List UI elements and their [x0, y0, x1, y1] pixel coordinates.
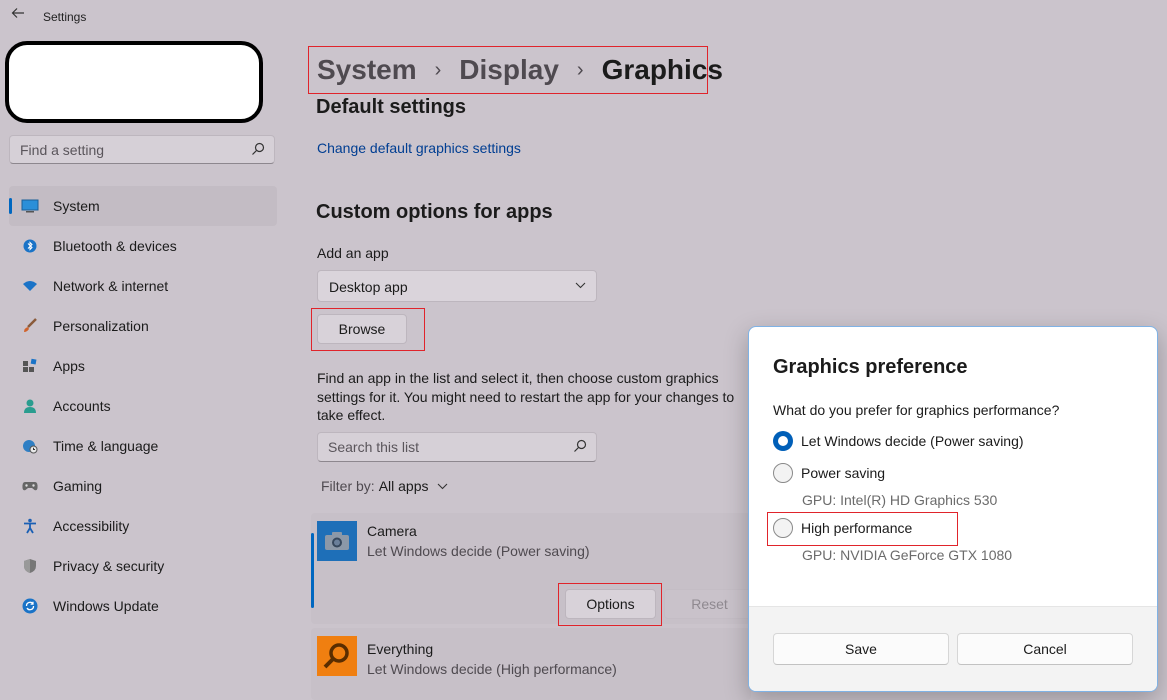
system-icon	[21, 197, 39, 215]
sidebar-item-apps[interactable]: Apps	[9, 346, 277, 386]
sidebar-item-network[interactable]: Network & internet	[9, 266, 277, 306]
default-settings-heading: Default settings	[316, 96, 467, 118]
gamepad-icon	[21, 477, 39, 495]
gpu-info-high-performance: GPU: NVIDIA GeForce GTX 1080	[802, 547, 1013, 563]
app-list-item-everything[interactable]: Everything Let Windows decide (High perf…	[311, 628, 751, 700]
app-graphics-setting: Let Windows decide (Power saving)	[367, 543, 590, 559]
magnifier-app-icon	[317, 636, 357, 676]
app-type-value: Desktop app	[329, 279, 408, 295]
radio-button-checked[interactable]	[773, 431, 793, 451]
breadcrumb-display[interactable]: Display	[459, 54, 559, 86]
sidebar-item-accessibility[interactable]: Accessibility	[9, 506, 277, 546]
dialog-footer: Save Cancel	[749, 606, 1157, 691]
brush-icon	[21, 317, 39, 335]
custom-options-heading: Custom options for apps	[316, 201, 553, 223]
options-button[interactable]: Options	[565, 589, 656, 619]
camera-icon	[317, 521, 357, 561]
find-setting-box[interactable]	[9, 135, 275, 164]
sidebar-item-time-language[interactable]: Time & language	[9, 426, 277, 466]
sidebar-item-label: Accounts	[53, 398, 111, 414]
app-name: Camera	[367, 523, 417, 539]
option-label: Power saving	[801, 465, 886, 481]
breadcrumb-chevron-icon: ›	[576, 58, 584, 81]
sidebar-item-gaming[interactable]: Gaming	[9, 466, 277, 506]
save-button[interactable]: Save	[773, 633, 949, 665]
bluetooth-icon	[21, 237, 39, 255]
sidebar-item-personalization[interactable]: Personalization	[9, 306, 277, 346]
search-icon[interactable]	[573, 439, 587, 453]
shield-icon	[21, 557, 39, 575]
filter-control[interactable]: Filter by: All apps	[321, 478, 448, 494]
sidebar-item-privacy[interactable]: Privacy & security	[9, 546, 277, 586]
option-label: High performance	[801, 520, 913, 536]
filter-label: Filter by:	[321, 478, 375, 494]
sidebar-item-label: Windows Update	[53, 598, 159, 614]
sidebar-item-label: Privacy & security	[53, 558, 165, 574]
option-let-windows-decide[interactable]: Let Windows decide (Power saving)	[773, 431, 1024, 451]
wifi-icon	[21, 277, 39, 295]
active-indicator	[9, 198, 12, 214]
dialog-title: Graphics preference	[773, 356, 968, 378]
window-title: Settings	[43, 10, 87, 24]
radio-button[interactable]	[773, 463, 793, 483]
browse-button[interactable]: Browse	[317, 314, 407, 344]
sidebar-item-label: Bluetooth & devices	[53, 238, 177, 254]
cancel-button[interactable]: Cancel	[957, 633, 1133, 665]
sidebar-item-label: Apps	[53, 358, 85, 374]
reset-button: Reset	[664, 589, 755, 619]
sidebar-item-windows-update[interactable]: Windows Update	[9, 586, 277, 626]
chevron-down-icon	[437, 483, 447, 489]
help-text: Find an app in the list and select it, t…	[317, 370, 735, 423]
chevron-down-icon	[575, 282, 586, 289]
list-search-box[interactable]	[317, 432, 597, 462]
dialog-question: What do you prefer for graphics performa…	[773, 402, 1060, 418]
find-setting-input[interactable]	[20, 141, 240, 159]
update-icon	[21, 597, 39, 615]
selection-indicator	[311, 533, 314, 608]
accessibility-icon	[21, 517, 39, 535]
option-high-performance[interactable]: High performance	[773, 518, 912, 538]
back-arrow-icon[interactable]	[8, 6, 28, 26]
change-default-graphics-link[interactable]: Change default graphics settings	[317, 140, 521, 156]
sidebar-nav: System Bluetooth & devices Network & int…	[9, 186, 277, 626]
breadcrumb-chevron-icon: ›	[434, 58, 442, 81]
app-type-dropdown[interactable]: Desktop app	[317, 270, 597, 302]
search-icon[interactable]	[251, 142, 265, 156]
sidebar-item-label: Network & internet	[53, 278, 169, 294]
sidebar-item-accounts[interactable]: Accounts	[9, 386, 277, 426]
option-label: Let Windows decide (Power saving)	[801, 433, 1024, 449]
sidebar-item-bluetooth[interactable]: Bluetooth & devices	[9, 226, 277, 266]
list-search-input[interactable]	[328, 439, 558, 455]
add-app-label: Add an app	[317, 245, 389, 261]
apps-icon	[21, 357, 39, 375]
sidebar-item-label: System	[53, 198, 100, 214]
filter-value[interactable]: All apps	[379, 478, 429, 494]
radio-button[interactable]	[773, 518, 793, 538]
globe-clock-icon	[21, 437, 39, 455]
sidebar-item-system[interactable]: System	[9, 186, 277, 226]
sidebar-item-label: Gaming	[53, 478, 103, 494]
sidebar-item-label: Accessibility	[53, 518, 130, 534]
gpu-info-power-saving: GPU: Intel(R) HD Graphics 530	[802, 492, 998, 508]
breadcrumb-system[interactable]: System	[317, 54, 417, 86]
app-graphics-setting: Let Windows decide (High performance)	[367, 661, 617, 677]
option-power-saving[interactable]: Power saving	[773, 463, 885, 483]
graphics-preference-dialog: Graphics preference What do you prefer f…	[748, 326, 1158, 692]
account-profile-card[interactable]	[5, 41, 263, 123]
page-title: Graphics	[601, 54, 723, 85]
sidebar-item-label: Time & language	[53, 438, 159, 454]
sidebar-item-label: Personalization	[53, 318, 149, 334]
person-icon	[21, 397, 39, 415]
app-name: Everything	[367, 641, 434, 657]
breadcrumb: System › Display › Graphics	[308, 46, 723, 94]
